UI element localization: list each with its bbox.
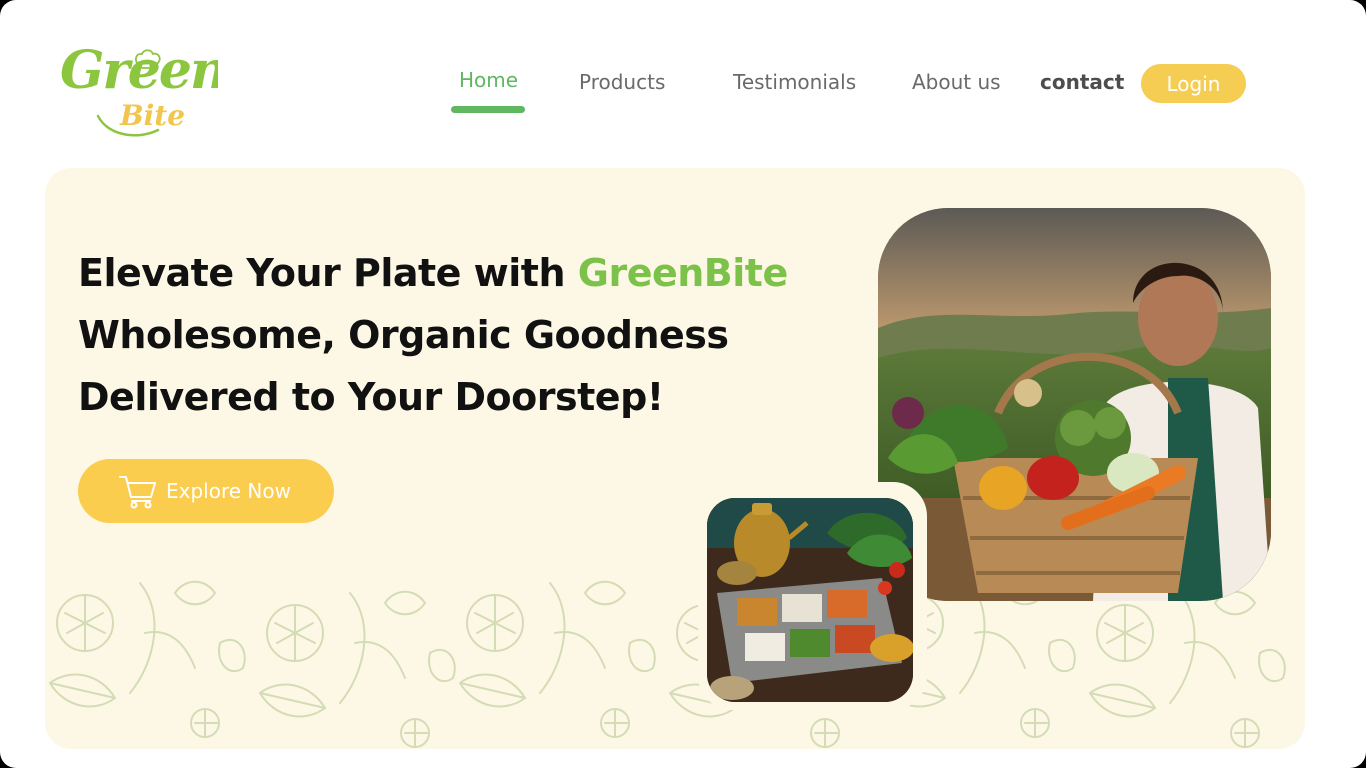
- nav-products[interactable]: Products: [579, 70, 665, 94]
- headline-line-3: Delivered to Your Doorstep!: [78, 375, 664, 419]
- headline-brand: GreenBite: [577, 251, 788, 295]
- page: Green Bite Home Products Testimonials Ab…: [0, 0, 1366, 768]
- hero-section: Elevate Your Plate with GreenBite Wholes…: [45, 168, 1305, 749]
- nav-about-us[interactable]: About us: [912, 70, 1001, 94]
- nav-active-indicator: [451, 106, 525, 113]
- main-nav: Home Products Testimonials About us cont…: [0, 60, 1366, 113]
- nav-testimonials[interactable]: Testimonials: [733, 70, 856, 94]
- headline-line-1: Elevate Your Plate with GreenBite: [78, 242, 838, 304]
- hero-headline: Elevate Your Plate with GreenBite Wholes…: [78, 242, 838, 428]
- headline-line-2: Wholesome, Organic Goodness: [78, 313, 729, 357]
- login-button[interactable]: Login: [1141, 64, 1246, 103]
- indian-spices-and-vegetables-table-photo: [707, 498, 913, 702]
- explore-now-label: Explore Now: [166, 479, 291, 503]
- explore-now-button[interactable]: Explore Now: [78, 459, 334, 523]
- headline-line-1-text: Elevate Your Plate with: [78, 251, 578, 295]
- nav-home[interactable]: Home: [459, 68, 518, 92]
- nav-contact[interactable]: contact: [1040, 70, 1124, 94]
- woman-holding-vegetable-basket-photo: [878, 208, 1271, 601]
- shopping-cart-icon: [119, 476, 156, 509]
